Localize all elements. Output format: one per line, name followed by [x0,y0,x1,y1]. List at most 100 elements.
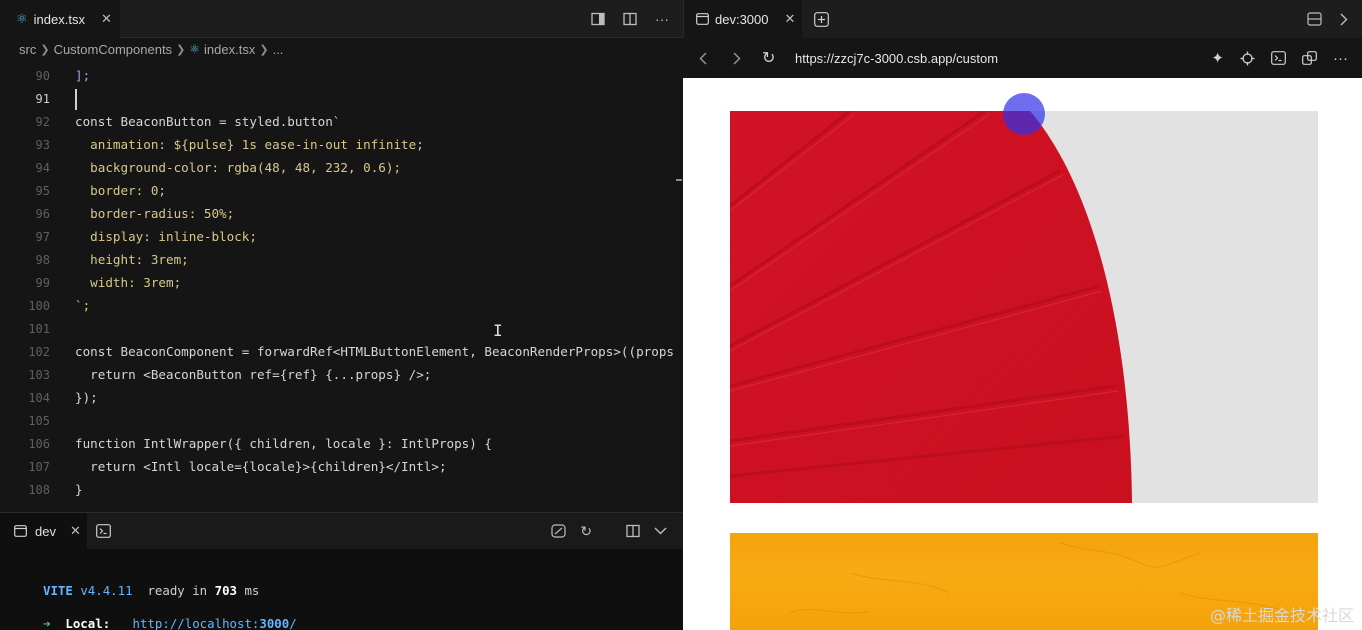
clear-icon[interactable] [551,524,566,538]
close-icon[interactable]: ✕ [101,11,112,27]
line-number: 105 [28,413,50,428]
code-line: 99 width: 3rem; [0,271,683,294]
code-line: 101 [0,317,683,340]
close-icon[interactable]: ✕ [70,523,81,539]
address-bar[interactable]: https://zzcj7c-3000.csb.app/custom [795,38,998,78]
vite-label: VITE [43,583,73,598]
line-number: 94 [35,160,50,175]
code-area[interactable]: 90]; 91 92 const BeaconButton = styled.bu… [0,62,683,512]
split-editor-icon[interactable] [623,12,637,26]
code-line: 92 const BeaconButton = styled.button` [0,110,683,133]
breadcrumb-folder[interactable]: CustomComponents [54,42,173,57]
browser-nav-actions: ✦ ··· [1211,38,1348,78]
local-url-prefix: http://localhost: [132,616,260,630]
code-line: 90]; [0,64,683,87]
local-port: 3000 [259,616,290,630]
toggle-sidebar-icon[interactable] [591,12,605,26]
chevron-right-icon [733,52,741,65]
chevron-down-icon[interactable] [654,527,667,535]
open-external-icon[interactable] [1302,51,1317,65]
beacon-button[interactable] [1003,93,1045,135]
editor-tab-index[interactable]: ⚛ index.tsx ✕ [0,0,120,38]
browser-tab-dev[interactable]: dev:3000 ✕ [684,0,802,38]
more-icon[interactable]: ··· [1333,50,1348,67]
code-text: const BeaconButton = styled.button` [75,114,341,129]
forward-button[interactable] [733,38,741,78]
crosshair-icon[interactable] [1240,51,1255,66]
editor-tabbar: ⚛ index.tsx ✕ ··· [0,0,683,38]
browser-tab-actions [1307,0,1348,38]
chevron-right-icon: ❯ [40,43,50,56]
code-line: 102 const BeaconComponent = forwardRef<HT… [0,340,683,363]
split-terminal-icon[interactable] [626,524,640,538]
code-text: background-color: rgba(48, 48, 232, 0.6)… [75,160,402,175]
editor-tab-label: index.tsx [33,11,85,27]
line-number: 107 [28,459,50,474]
browser-tabbar: dev:3000 ✕ [683,0,1362,38]
line-number: 98 [35,252,50,267]
chevron-left-icon [699,52,707,65]
reload-icon: ↻ [762,50,776,67]
code-line: 97 display: inline-block; [0,225,683,248]
code-line: 107 return <Intl locale={locale}>{childr… [0,455,683,478]
new-terminal-button[interactable] [96,513,111,549]
scrollbar-marker[interactable] [676,179,682,181]
red-texture-image [730,111,1318,503]
code-line: 103 return <BeaconButton ref={ref} {...p… [0,363,683,386]
terminal-tab-dev[interactable]: dev ✕ [0,513,87,549]
terminal-panel: dev ✕ ↻ VITE v4.4.11 ready in 703 ms ➜ L… [0,512,683,630]
code-line: 93 animation: ${pulse} 1s ease-in-out in… [0,133,683,156]
breadcrumb-src[interactable]: src [19,42,36,57]
new-tab-button[interactable] [814,0,829,38]
chevron-right-icon: ❯ [176,43,186,56]
red-disc-graphic [730,111,1318,503]
code-line: 91 [0,87,683,110]
line-number: 108 [28,482,50,497]
line-number: 95 [35,183,50,198]
code-text: return <Intl locale={locale}>{children}<… [75,459,447,474]
terminal-tab-label: dev [35,523,56,539]
local-url-suffix: / [289,616,297,630]
line-number: 101 [28,321,50,336]
restart-icon[interactable]: ↻ [580,523,592,540]
back-button[interactable] [699,38,707,78]
window-icon [14,525,27,537]
line-number: 103 [28,367,50,382]
breadcrumb-ellipsis[interactable]: ... [273,42,284,57]
ms-unit: ms [244,583,260,598]
chevron-right-icon: ❯ [259,43,269,56]
code-text: border-radius: 50%; [75,206,235,221]
window-icon [696,13,709,25]
code-text: return <BeaconButton ref={ref} {...props… [75,367,432,382]
close-icon[interactable]: ✕ [785,11,796,27]
watermark-text: @稀土掘金技术社区 [1209,606,1354,625]
code-line: 96 border-radius: 50%; [0,202,683,225]
chevron-right-icon[interactable] [1340,13,1348,26]
code-text: } [75,482,83,497]
code-text: animation: ${pulse} 1s ease-in-out infin… [75,137,424,152]
terminal-actions: ↻ [551,513,667,549]
code-text: display: inline-block; [75,229,257,244]
line-number: 96 [35,206,50,221]
line-number: 100 [28,298,50,313]
reload-button[interactable]: ↻ [762,38,775,78]
terminal-icon [96,524,111,538]
line-number: 93 [35,137,50,152]
local-url-link[interactable]: http://localhost:3000/ [133,616,297,630]
more-icon[interactable]: ··· [655,11,669,27]
code-text: `; [75,298,91,313]
line-number: 91 [35,91,50,106]
layout-icon[interactable] [1307,12,1322,26]
line-number: 106 [28,436,50,451]
line-number: 102 [28,344,50,359]
breadcrumb-file[interactable]: index.tsx [204,42,255,57]
arrow-icon: ➜ [43,616,51,630]
code-text: const BeaconComponent = forwardRef<HTMLB… [75,344,674,359]
browser-tab-label: dev:3000 [715,11,769,27]
ibeam-cursor-icon: I [493,321,503,340]
sparkle-icon[interactable]: ✦ [1211,49,1224,67]
code-line: 100 `; [0,294,683,317]
console-icon[interactable] [1271,51,1286,65]
code-text: border: 0; [75,183,166,198]
vite-version: v4.4.11 [80,583,133,598]
